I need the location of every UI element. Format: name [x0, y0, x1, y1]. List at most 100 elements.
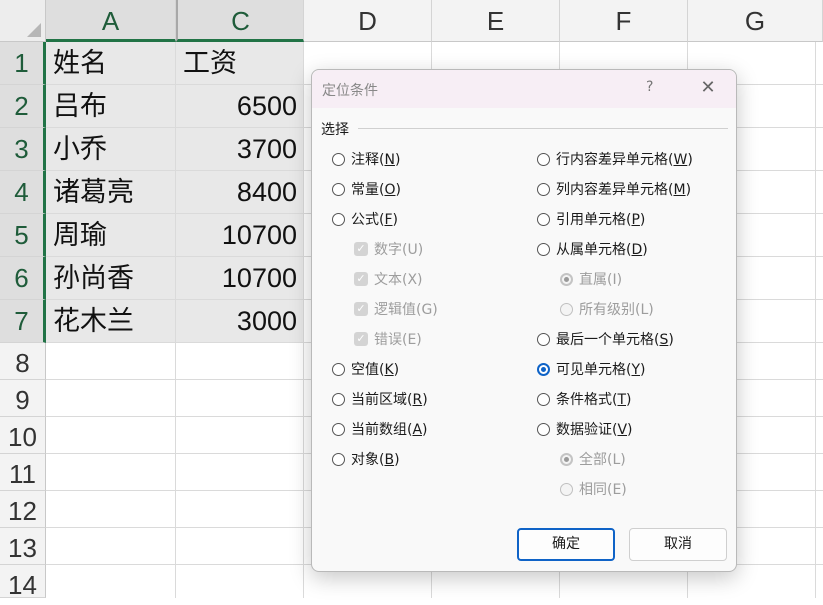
row-header-10[interactable]: 10	[0, 417, 46, 454]
cell-c6[interactable]: 10700	[176, 257, 303, 300]
option-label: 引用单元格(P)	[556, 212, 646, 228]
radio-icon[interactable]	[537, 332, 550, 346]
cancel-button[interactable]: 取消	[629, 528, 727, 561]
option-label: 文本(X)	[374, 272, 423, 288]
option-label: 对象(B)	[351, 452, 400, 468]
close-icon[interactable]: ✕	[696, 76, 720, 100]
radio-icon	[560, 302, 573, 316]
option-label: 数据验证(V)	[556, 422, 633, 438]
cell-a2[interactable]: 吕布	[46, 85, 175, 128]
column-header-d[interactable]: D	[304, 0, 432, 42]
radio-selected-icon[interactable]	[537, 362, 550, 376]
option-label: 所有级别(L)	[579, 302, 654, 318]
dialog-title-bar[interactable]: 定位条件 ? ✕	[312, 70, 736, 108]
option-label: 条件格式(T)	[556, 392, 632, 408]
option-current-region[interactable]: 当前区域(R)	[332, 388, 428, 410]
option-label: 直属(I)	[579, 272, 623, 288]
cell-a6[interactable]: 孙尚香	[46, 257, 175, 300]
checkbox-checked-icon: ✓	[354, 302, 368, 316]
selection-group-label: 选择	[321, 119, 353, 139]
cell-a7[interactable]: 花木兰	[46, 300, 175, 343]
select-all-triangle-icon	[27, 23, 41, 37]
cell-c4[interactable]: 8400	[176, 171, 303, 214]
option-label: 注释(N)	[351, 152, 401, 168]
row-header-5[interactable]: 5	[0, 214, 46, 257]
option-conditional-formats[interactable]: 条件格式(T)	[537, 388, 632, 410]
option-label: 相同(E)	[579, 482, 627, 498]
column-header-a[interactable]: A	[46, 0, 176, 42]
row-header-2[interactable]: 2	[0, 85, 46, 128]
option-label: 当前数组(A)	[351, 422, 428, 438]
checkbox-checked-icon: ✓	[354, 272, 368, 286]
row-header-7[interactable]: 7	[0, 300, 46, 343]
option-objects[interactable]: 对象(B)	[332, 448, 400, 470]
radio-icon[interactable]	[332, 422, 345, 436]
dialog-title: 定位条件	[322, 83, 378, 99]
radio-icon[interactable]	[332, 182, 345, 196]
cell-c1[interactable]: 工资	[176, 42, 303, 85]
column-header-g[interactable]: G	[688, 0, 823, 42]
option-constants[interactable]: 常量(O)	[332, 178, 401, 200]
radio-icon[interactable]	[537, 242, 550, 256]
row-header-9[interactable]: 9	[0, 380, 46, 417]
option-blanks[interactable]: 空值(K)	[332, 358, 399, 380]
select-all-corner[interactable]	[0, 0, 46, 42]
row-header-4[interactable]: 4	[0, 171, 46, 214]
option-errors: ✓ 错误(E)	[354, 328, 422, 350]
row-header-14[interactable]: 14	[0, 565, 46, 600]
cell-a1[interactable]: 姓名	[46, 42, 175, 85]
radio-icon[interactable]	[332, 452, 345, 466]
cell-a4[interactable]: 诸葛亮	[46, 171, 175, 214]
row-header-3[interactable]: 3	[0, 128, 46, 171]
column-header-c[interactable]: C	[176, 0, 304, 42]
option-label: 空值(K)	[351, 362, 400, 378]
radio-icon[interactable]	[537, 212, 550, 226]
option-precedents[interactable]: 引用单元格(P)	[537, 208, 645, 230]
radio-icon[interactable]	[332, 362, 345, 376]
cell-c2[interactable]: 6500	[176, 85, 303, 128]
radio-icon[interactable]	[537, 422, 550, 436]
radio-icon[interactable]	[537, 392, 550, 406]
option-direct-only: 直属(I)	[560, 268, 622, 290]
radio-icon[interactable]	[537, 152, 550, 166]
cell-c5[interactable]: 10700	[176, 214, 303, 257]
option-current-array[interactable]: 当前数组(A)	[332, 418, 428, 440]
option-row-differences[interactable]: 行内容差异单元格(W)	[537, 148, 693, 170]
row-header-6[interactable]: 6	[0, 257, 46, 300]
option-comments[interactable]: 注释(N)	[332, 148, 400, 170]
go-to-special-dialog: 定位条件 ? ✕ 选择 注释(N) 常量(O) 公式(F) ✓ 数字(U) ✓ …	[311, 69, 737, 572]
help-icon[interactable]: ?	[646, 79, 653, 95]
column-header-e[interactable]: E	[432, 0, 560, 42]
checkbox-checked-icon: ✓	[354, 242, 368, 256]
option-label: 当前区域(R)	[351, 392, 428, 408]
radio-icon[interactable]	[332, 152, 345, 166]
ok-button[interactable]: 确定	[517, 528, 615, 561]
option-label: 常量(O)	[351, 182, 401, 198]
option-last-cell[interactable]: 最后一个单元格(S)	[537, 328, 674, 350]
option-column-differences[interactable]: 列内容差异单元格(M)	[537, 178, 691, 200]
column-header-f[interactable]: F	[560, 0, 688, 42]
radio-icon[interactable]	[537, 182, 550, 196]
option-formulas[interactable]: 公式(F)	[332, 208, 398, 230]
row-header-13[interactable]: 13	[0, 528, 46, 565]
option-label: 数字(U)	[374, 242, 424, 258]
radio-selected-icon	[560, 452, 573, 466]
radio-icon[interactable]	[332, 212, 345, 226]
radio-icon[interactable]	[332, 392, 345, 406]
cell-a3[interactable]: 小乔	[46, 128, 175, 171]
row-header-1[interactable]: 1	[0, 42, 46, 85]
option-data-validation[interactable]: 数据验证(V)	[537, 418, 633, 440]
row-header-11[interactable]: 11	[0, 454, 46, 491]
option-label: 公式(F)	[351, 212, 398, 228]
row-header-8[interactable]: 8	[0, 343, 46, 380]
option-dependents[interactable]: 从属单元格(D)	[537, 238, 648, 260]
cell-a5[interactable]: 周瑜	[46, 214, 175, 257]
option-validation-all: 全部(L)	[560, 448, 626, 470]
cell-c3[interactable]: 3700	[176, 128, 303, 171]
radio-icon	[560, 482, 573, 496]
cell-c7[interactable]: 3000	[176, 300, 303, 343]
option-visible-cells[interactable]: 可见单元格(Y)	[537, 358, 646, 380]
option-numbers: ✓ 数字(U)	[354, 238, 423, 260]
row-header-12[interactable]: 12	[0, 491, 46, 528]
option-label: 行内容差异单元格(W)	[556, 152, 693, 168]
